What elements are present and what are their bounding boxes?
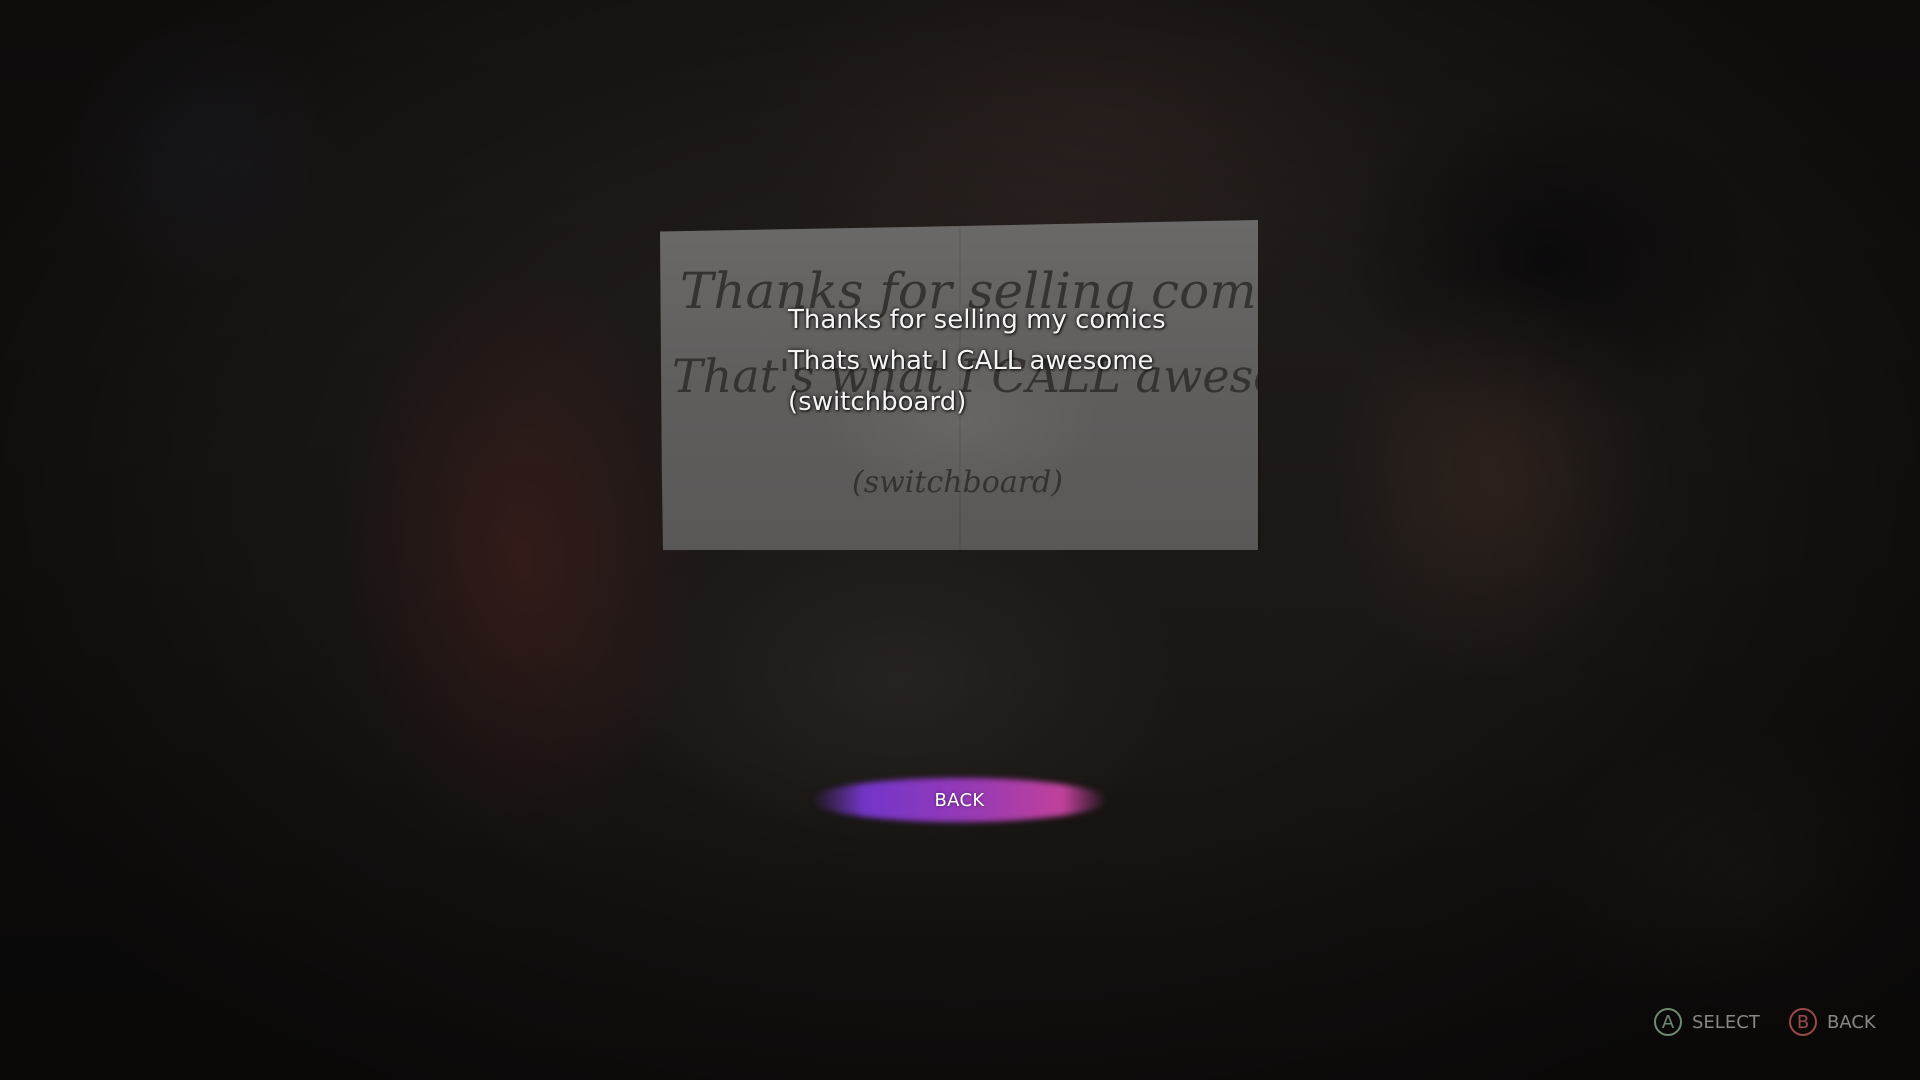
note-line-3: (switchboard) xyxy=(788,387,967,417)
a-button-icon: A xyxy=(1654,1008,1682,1036)
select-hint: A SELECT xyxy=(1654,1008,1760,1036)
note-line-2: Thats what I CALL awesome xyxy=(788,346,1154,376)
back-hint-label: BACK xyxy=(1827,1011,1876,1033)
back-button[interactable]: BACK xyxy=(812,778,1107,822)
note-line-1: Thanks for selling my comics xyxy=(788,305,1166,335)
b-button-icon: B xyxy=(1789,1008,1817,1036)
note-transcription: Thanks for selling my comics Thats what … xyxy=(788,300,1166,423)
back-hint[interactable]: B BACK xyxy=(1789,1008,1876,1036)
select-hint-label: SELECT xyxy=(1692,1011,1760,1033)
handwriting-line-3: (switchboard) xyxy=(852,465,1063,500)
